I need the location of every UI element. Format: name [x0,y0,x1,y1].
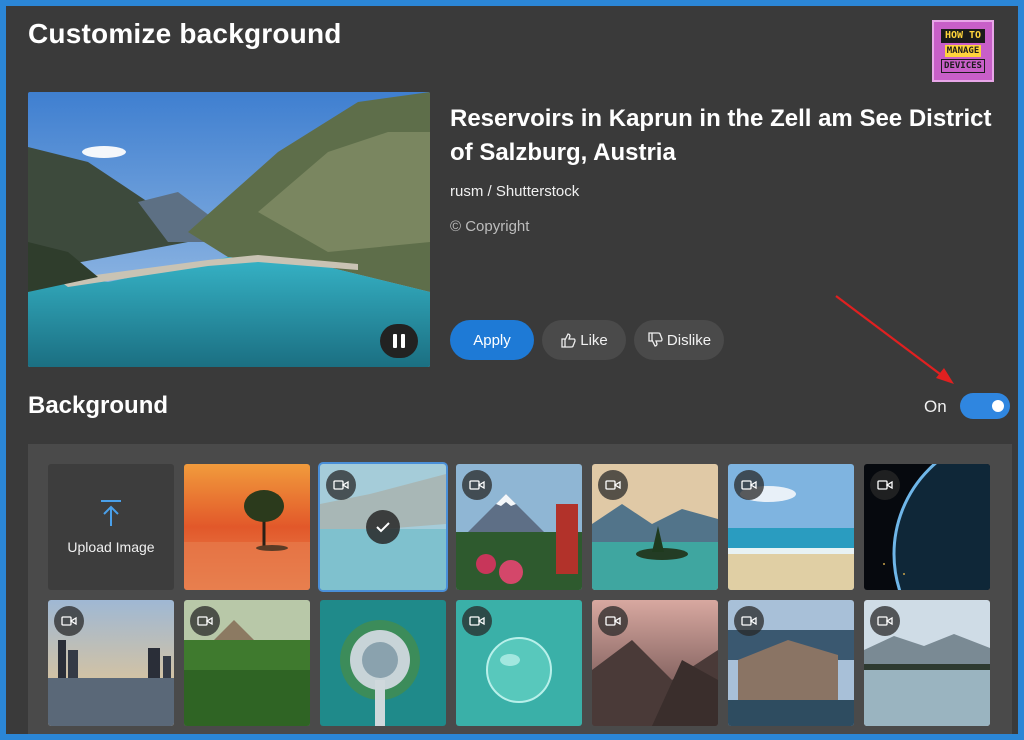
pause-icon [393,334,397,348]
tile-misty-mountains[interactable] [592,600,718,726]
video-icon [462,606,492,636]
pause-button[interactable] [380,324,418,358]
like-label: Like [580,331,608,349]
background-title: Reservoirs in Kaprun in the Zell am See … [450,105,992,166]
window-title: Customize background [28,18,342,49]
background-preview [28,92,430,367]
video-icon [326,470,356,500]
copyright-text: © Copyright [450,218,530,235]
tile-city-skyline[interactable] [48,600,174,726]
tile-earth-space[interactable] [864,464,990,590]
background-section-title: Background [28,392,169,419]
background-credit: rusm / Shutterstock [450,183,580,200]
annotation-arrow [835,295,954,384]
upload-image-label: Upload Image [67,539,155,555]
apply-label: Apply [473,331,511,349]
selected-check-icon [366,510,400,544]
video-icon [734,470,764,500]
background-toggle[interactable] [960,393,1010,419]
background-grid: Upload Image [28,444,1012,734]
tile-green-valley[interactable] [184,600,310,726]
thumbs-down-icon [648,332,663,347]
how-to-manage-devices-logo: HOW TO MANAGE DEVICES [932,20,994,82]
tile-mount-fuji[interactable] [456,464,582,590]
tile-sunset-tree[interactable] [184,464,310,590]
like-button[interactable]: Like [542,320,626,360]
upload-icon [101,500,121,526]
tile-island-lake[interactable] [592,464,718,590]
tile-alpine-lake[interactable] [864,600,990,726]
apply-button[interactable]: Apply [450,320,534,360]
customize-background-window: Customize background HOW TO MANAGE DEVIC… [6,6,1018,734]
tile-water-drop[interactable] [456,600,582,726]
video-icon [462,470,492,500]
video-icon [598,606,628,636]
video-icon [870,606,900,636]
tile-aerial-island[interactable] [320,600,446,726]
tile-beach[interactable] [728,464,854,590]
video-icon [598,470,628,500]
video-icon [190,606,220,636]
video-icon [54,606,84,636]
tile-coastal-town[interactable] [728,600,854,726]
upload-image-tile[interactable]: Upload Image [48,464,174,590]
video-icon [734,606,764,636]
toggle-state-label: On [924,397,947,416]
dislike-button[interactable]: Dislike [634,320,724,360]
video-icon [870,470,900,500]
thumbs-up-icon [561,333,576,348]
tile-reservoir-lake[interactable] [318,462,448,592]
dislike-label: Dislike [666,331,712,349]
